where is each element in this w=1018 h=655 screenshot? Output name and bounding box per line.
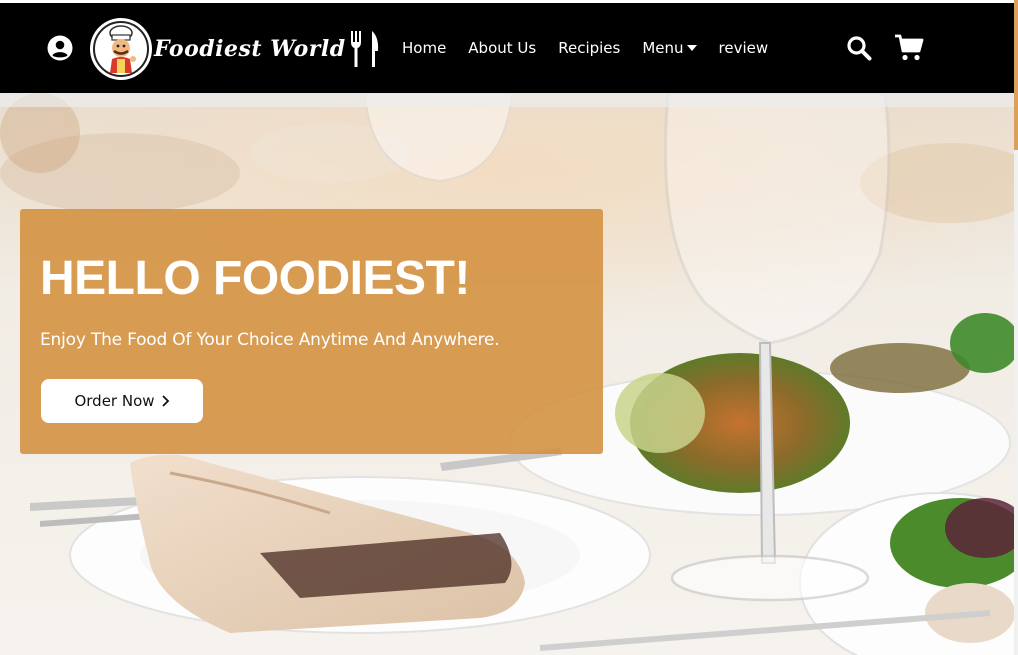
hero-title: HELLO FOODIEST! — [40, 252, 470, 305]
page-scrollbar[interactable] — [1014, 0, 1018, 655]
main-nav: Home About Us Recipies Menu review — [402, 3, 790, 93]
nav-home-link[interactable]: Home — [402, 39, 446, 57]
nav-menu-dropdown[interactable]: Menu — [642, 39, 697, 57]
user-circle-icon[interactable] — [47, 35, 73, 61]
order-now-label: Order Now — [74, 392, 155, 410]
nav-recipes-link[interactable]: Recipies — [558, 39, 620, 57]
nav-menu-label: Menu — [642, 39, 684, 57]
chevron-right-icon — [161, 395, 169, 407]
search-icon[interactable] — [846, 35, 872, 61]
fork-knife-icon — [350, 31, 378, 67]
nav-about-link[interactable]: About Us — [468, 39, 536, 57]
hero-subtitle: Enjoy The Food Of Your Choice Anytime An… — [40, 330, 500, 350]
cart-icon[interactable] — [894, 34, 924, 62]
scrollbar-thumb[interactable] — [1014, 0, 1018, 150]
nav-review-link[interactable]: review — [719, 39, 769, 57]
chef-mascot-icon — [90, 18, 152, 80]
order-now-button[interactable]: Order Now — [41, 379, 203, 423]
hero-promo-card: HELLO FOODIEST! Enjoy The Food Of Your C… — [20, 209, 603, 454]
site-logo[interactable]: Foodiest World — [90, 18, 382, 80]
caret-down-icon — [686, 45, 697, 51]
top-navbar: Foodiest World Home About Us Recipies Me… — [0, 3, 1014, 93]
logo-text: Foodiest World — [154, 36, 346, 62]
